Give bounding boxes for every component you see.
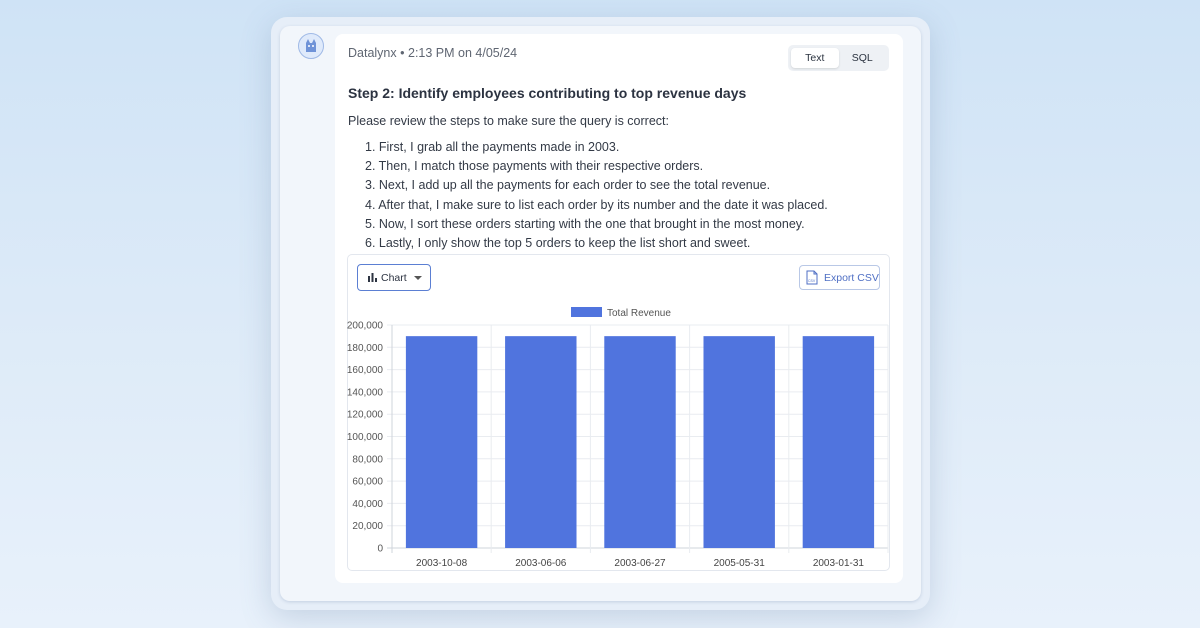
revenue-bar-chart: 0 20,000 40,000 60,000 80,000 100,000 120,000 1… [347,307,889,569]
y-tick-label: 200,000 [347,321,384,332]
bar[interactable] [505,336,577,548]
x-tick-label: 2003-01-31 [813,558,865,569]
legend-swatch [571,307,602,317]
y-tick-label: 80,000 [352,454,383,465]
bar[interactable] [802,336,875,548]
y-tick-label: 20,000 [352,521,383,532]
bar[interactable] [405,336,478,548]
y-tick-label: 60,000 [352,477,383,488]
y-tick-label: 140,000 [347,387,384,398]
x-tick-label: 2003-06-06 [515,558,567,569]
y-tick-label: 40,000 [352,499,383,510]
bar[interactable] [604,336,676,548]
y-tick-label: 120,000 [347,410,384,421]
y-tick-label: 100,000 [347,432,384,443]
bar[interactable] [703,336,775,548]
x-tick-label: 2003-06-27 [614,558,666,569]
y-tick-label: 0 [377,544,383,555]
x-tick-label: 2005-05-31 [714,558,766,569]
y-tick-label: 160,000 [347,365,384,376]
y-tick-label: 180,000 [347,343,384,354]
legend-label[interactable]: Total Revenue [607,308,671,319]
x-tick-label: 2003-10-08 [416,558,468,569]
